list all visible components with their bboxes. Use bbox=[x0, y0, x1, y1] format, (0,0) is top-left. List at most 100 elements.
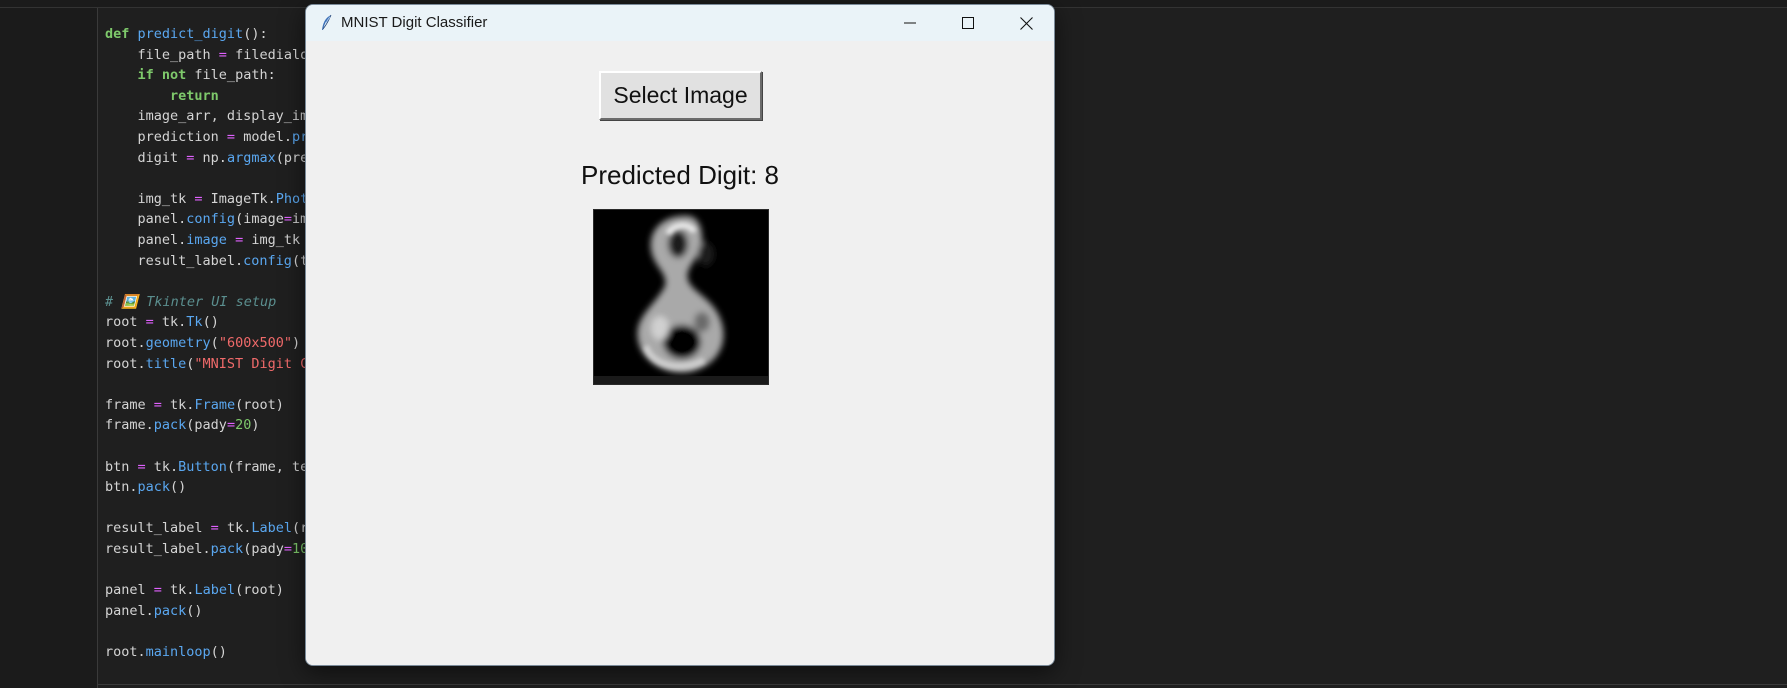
code-token: Button bbox=[178, 458, 227, 475]
code-token: predict_digit bbox=[137, 26, 244, 42]
predicted-digit-label: Predicted Digit: 8 bbox=[581, 160, 779, 190]
code-token: (root) bbox=[235, 396, 284, 413]
code-token: frame bbox=[105, 396, 154, 413]
code-line[interactable]: def predict_digit(): bbox=[105, 24, 268, 44]
code-token: # 🖼️ Tkinter UI setup bbox=[105, 293, 277, 310]
code-line[interactable]: img_tk = ImageTk.Phot bbox=[105, 189, 309, 209]
code-token: tk. bbox=[145, 458, 179, 475]
code-token: (image bbox=[235, 211, 284, 228]
code-token: btn. bbox=[105, 479, 138, 496]
code-token: frame. bbox=[105, 417, 154, 434]
code-line[interactable]: panel.config(image=im bbox=[105, 209, 309, 229]
code-line[interactable]: root.geometry("600x500") bbox=[105, 333, 300, 353]
code-line[interactable]: root.mainloop() bbox=[105, 642, 227, 662]
code-token: "600x500" bbox=[218, 335, 292, 351]
digit-8-image bbox=[594, 210, 768, 384]
code-line[interactable]: btn = tk.Button(frame, te bbox=[105, 457, 308, 477]
code-token: (pady bbox=[186, 417, 227, 434]
code-token: pack bbox=[210, 541, 244, 557]
editor-bottom-border bbox=[97, 684, 1787, 685]
code-line[interactable]: frame.pack(pady=20) bbox=[105, 415, 259, 435]
code-line[interactable]: digit = np.argmax(pre bbox=[105, 148, 309, 168]
digit-image-panel bbox=[593, 209, 769, 385]
code-token: root. bbox=[105, 355, 146, 372]
code-line[interactable]: image_arr, display_im bbox=[105, 106, 309, 126]
code-token: root. bbox=[105, 644, 146, 660]
code-token: prediction bbox=[105, 129, 227, 145]
code-token: = bbox=[153, 582, 162, 599]
close-button[interactable] bbox=[997, 5, 1054, 41]
code-token: (pre bbox=[275, 149, 309, 166]
code-token: Phot bbox=[275, 190, 309, 207]
code-token: argmax bbox=[226, 149, 276, 166]
code-token: tk. bbox=[153, 314, 187, 331]
window-title: MNIST Digit Classifier bbox=[341, 14, 488, 31]
code-token: model. bbox=[235, 129, 292, 145]
code-token: tk. bbox=[161, 396, 195, 413]
code-token: image bbox=[186, 232, 227, 248]
code-line[interactable]: frame = tk.Frame(root) bbox=[105, 395, 284, 415]
code-line[interactable]: panel.image = img_tk bbox=[105, 230, 301, 250]
code-token: panel bbox=[105, 582, 154, 599]
code-token: result_label. bbox=[105, 252, 244, 269]
code-token: () bbox=[202, 314, 219, 331]
code-token: img_tk bbox=[243, 232, 301, 248]
minimize-icon bbox=[904, 22, 916, 24]
code-token: tk. bbox=[161, 582, 195, 599]
code-token: panel. bbox=[105, 211, 187, 228]
code-token: root. bbox=[105, 335, 146, 351]
code-token: result_label bbox=[105, 520, 211, 537]
code-line[interactable]: return bbox=[105, 86, 219, 106]
code-token: ) bbox=[251, 417, 260, 434]
code-token: = bbox=[218, 46, 227, 63]
code-line[interactable]: prediction = model.pr bbox=[105, 127, 309, 147]
code-token: mainloop bbox=[145, 644, 211, 660]
code-token: pack bbox=[153, 417, 187, 434]
close-icon bbox=[1019, 16, 1033, 30]
code-line[interactable]: panel = tk.Label(root) bbox=[105, 580, 284, 600]
code-token: tk. bbox=[218, 520, 252, 537]
code-token: digit bbox=[105, 149, 187, 166]
code-token: (pady bbox=[243, 541, 284, 557]
code-token: np. bbox=[194, 149, 227, 166]
code-token: config bbox=[243, 252, 292, 269]
maximize-button[interactable] bbox=[939, 5, 997, 41]
code-token: 20 bbox=[235, 417, 252, 434]
code-token: title bbox=[145, 355, 187, 372]
code-token: ) bbox=[291, 335, 301, 351]
code-token: ImageTk. bbox=[202, 190, 276, 207]
code-line[interactable]: # 🖼️ Tkinter UI setup bbox=[105, 292, 276, 312]
code-token: = bbox=[145, 314, 154, 331]
code-token: = bbox=[226, 417, 236, 434]
window-client-area: Select Image Predicted Digit: 8 bbox=[306, 41, 1054, 665]
code-token: btn bbox=[105, 458, 138, 475]
code-token: result_label. bbox=[105, 541, 211, 557]
code-token: (): bbox=[243, 26, 268, 42]
code-token: config bbox=[186, 211, 236, 228]
code-line[interactable]: btn.pack() bbox=[105, 477, 186, 497]
code-token: filedialo bbox=[226, 46, 309, 63]
code-line[interactable]: file_path = filedialo bbox=[105, 45, 309, 65]
code-line[interactable]: result_label.config(t bbox=[105, 251, 309, 271]
code-token: = bbox=[283, 541, 292, 557]
code-token: = bbox=[210, 520, 219, 537]
code-token: img_tk bbox=[105, 190, 195, 207]
code-token: = bbox=[137, 458, 146, 475]
window-titlebar[interactable]: MNIST Digit Classifier bbox=[306, 5, 1054, 41]
code-line[interactable]: if not file_path: bbox=[105, 65, 276, 85]
code-token: = bbox=[153, 396, 162, 413]
code-token: file_path bbox=[105, 46, 219, 63]
code-token: Tk bbox=[186, 314, 203, 331]
code-token: (frame, te bbox=[226, 458, 309, 475]
code-line[interactable]: root.title("MNIST Digit C bbox=[105, 354, 308, 374]
code-line[interactable]: root = tk.Tk() bbox=[105, 312, 219, 332]
code-token: Frame bbox=[194, 396, 236, 413]
code-line[interactable]: panel.pack() bbox=[105, 601, 203, 621]
code-line[interactable]: result_label = tk.Label(r bbox=[105, 518, 308, 538]
code-token: image_arr, display_im bbox=[105, 108, 309, 125]
minimize-button[interactable] bbox=[881, 5, 939, 41]
code-line[interactable]: result_label.pack(pady=10 bbox=[105, 539, 308, 559]
select-image-button[interactable]: Select Image bbox=[599, 71, 762, 120]
code-token: () bbox=[170, 479, 187, 496]
